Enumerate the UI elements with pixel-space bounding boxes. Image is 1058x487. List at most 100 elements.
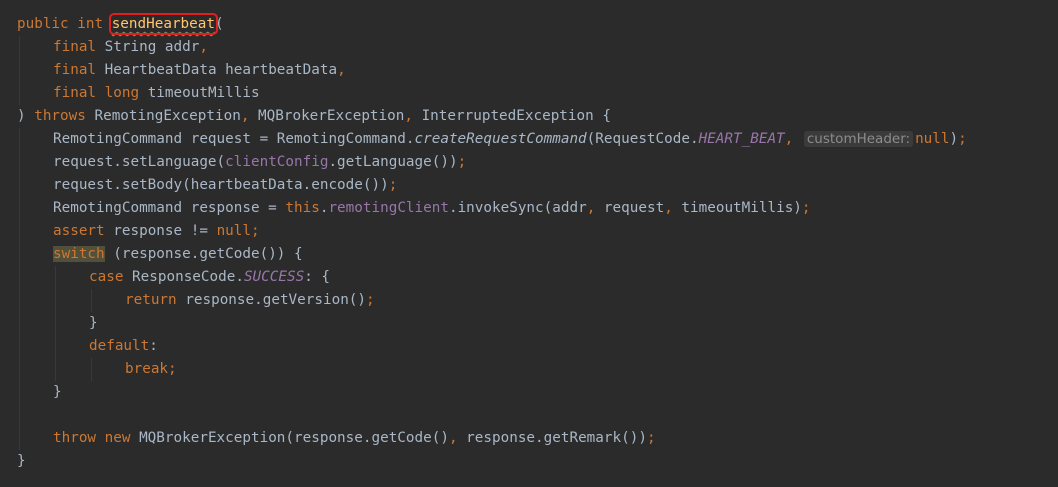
code-line[interactable]: switch (response.getCode()) { [0,243,1058,266]
code-token: } [89,315,98,331]
code-token: request.setLanguage( [53,154,226,170]
code-line[interactable]: public int sendHearbeat( [0,13,1058,36]
code-token: ResponseCode. [132,269,244,285]
code-token: ) [17,108,35,124]
code-token: break; [125,361,177,377]
code-token: (RequestCode. [586,131,699,147]
code-token: } [17,453,26,469]
indent-guide [19,335,20,358]
code-line[interactable]: RemotingCommand request = RemotingComman… [0,128,1058,151]
code-token: request [603,200,665,216]
indent-guide [19,381,20,404]
indent-guide [19,36,20,59]
code-content: } [89,315,98,331]
indent-guide [55,266,56,289]
indent-guide [19,427,20,450]
code-token: , [199,39,208,55]
code-line[interactable]: } [0,312,1058,335]
indent-guide [55,358,56,381]
code-content: assert response != null; [53,223,260,239]
code-token: request.setBody(heartbeatData.encode()) [53,177,389,193]
code-token: ; [646,430,656,446]
code-token: , [664,200,682,216]
code-token: RemotingCommand response = [53,200,286,216]
code-token: response != [113,223,217,239]
code-token: ; [958,131,967,147]
code-token: RemotingCommand request = RemotingComman… [53,131,415,147]
code-token: null [216,223,251,239]
code-line[interactable]: final HeartbeatData heartbeatData, [0,59,1058,82]
code-line[interactable]: ) throws RemotingException, MQBrokerExce… [0,105,1058,128]
code-content: request.setBody(heartbeatData.encode()); [53,177,397,193]
code-token: HeartbeatData heartbeatData [104,62,338,78]
code-token: : { [304,269,331,285]
code-token: , [784,131,802,147]
code-content: break; [125,361,177,377]
code-line[interactable]: final long timeoutMillis [0,82,1058,105]
code-token: ; [388,177,398,193]
code-token: final long [53,85,148,101]
code-line[interactable]: request.setBody(heartbeatData.encode()); [0,174,1058,197]
code-token: , [337,62,346,78]
indent-guide [19,59,20,82]
indent-guide [19,404,20,427]
code-line[interactable]: case ResponseCode.SUCCESS: { [0,266,1058,289]
code-editor[interactable]: public int sendHearbeat(final String add… [0,0,1058,487]
indent-guide [19,312,20,335]
code-content: RemotingCommand response = this.remoting… [53,200,811,216]
code-token: (response.getCode()) { [104,246,303,262]
code-content: case ResponseCode.SUCCESS: { [89,269,330,285]
code-token: , [448,430,467,446]
code-line[interactable]: default: [0,335,1058,358]
parameter-hint: customHeader: [803,131,914,147]
code-content: final long timeoutMillis [53,85,260,101]
code-token: this [285,200,320,216]
code-token: null [915,131,950,147]
code-token: throw new [53,430,140,446]
code-content: RemotingCommand request = RemotingComman… [53,131,967,147]
code-line[interactable]: assert response != null; [0,220,1058,243]
code-token: RemotingException [94,108,241,124]
code-token: SUCCESS [243,269,305,285]
indent-guide [91,358,92,381]
code-content: public int sendHearbeat( [17,13,224,35]
code-content: default: [89,338,158,354]
method-name-highlight: sendHearbeat [108,13,218,35]
indent-guide [19,220,20,243]
code-line[interactable] [0,404,1058,427]
indent-guide [19,197,20,220]
code-content: ) throws RemotingException, MQBrokerExce… [17,108,611,124]
code-line[interactable]: request.setLanguage(clientConfig.getLang… [0,151,1058,174]
code-token: InterruptedException { [421,108,611,124]
code-line[interactable]: throw new MQBrokerException(response.get… [0,427,1058,450]
code-content: return response.getVersion(); [125,292,375,308]
indent-guide [19,289,20,312]
code-content: request.setLanguage(clientConfig.getLang… [53,154,466,170]
code-token: ; [366,292,375,308]
code-token: response.getVersion() [185,292,367,308]
indent-guide [55,312,56,335]
code-token: final [53,62,105,78]
indent-guide [19,174,20,197]
code-token: clientConfig [225,154,329,170]
code-token: .getLanguage()) [328,154,458,170]
code-token: throws [34,108,95,124]
indent-guide [55,335,56,358]
code-token: remotingClient [328,200,449,216]
indent-guide [19,358,20,381]
code-token: ; [457,154,467,170]
code-token: timeoutMillis) [681,200,802,216]
code-line[interactable]: final String addr, [0,36,1058,59]
code-token: String addr [104,39,200,55]
code-line[interactable]: RemotingCommand response = this.remoting… [0,197,1058,220]
code-token: switch [53,246,105,262]
code-content: } [17,453,26,469]
code-token: ( [214,16,224,32]
code-line[interactable]: } [0,381,1058,404]
code-line[interactable]: return response.getVersion(); [0,289,1058,312]
code-line[interactable]: break; [0,358,1058,381]
code-content: throw new MQBrokerException(response.get… [53,430,656,446]
indent-guide [91,289,92,312]
code-content: switch (response.getCode()) { [53,246,303,262]
code-line[interactable]: } [0,450,1058,473]
